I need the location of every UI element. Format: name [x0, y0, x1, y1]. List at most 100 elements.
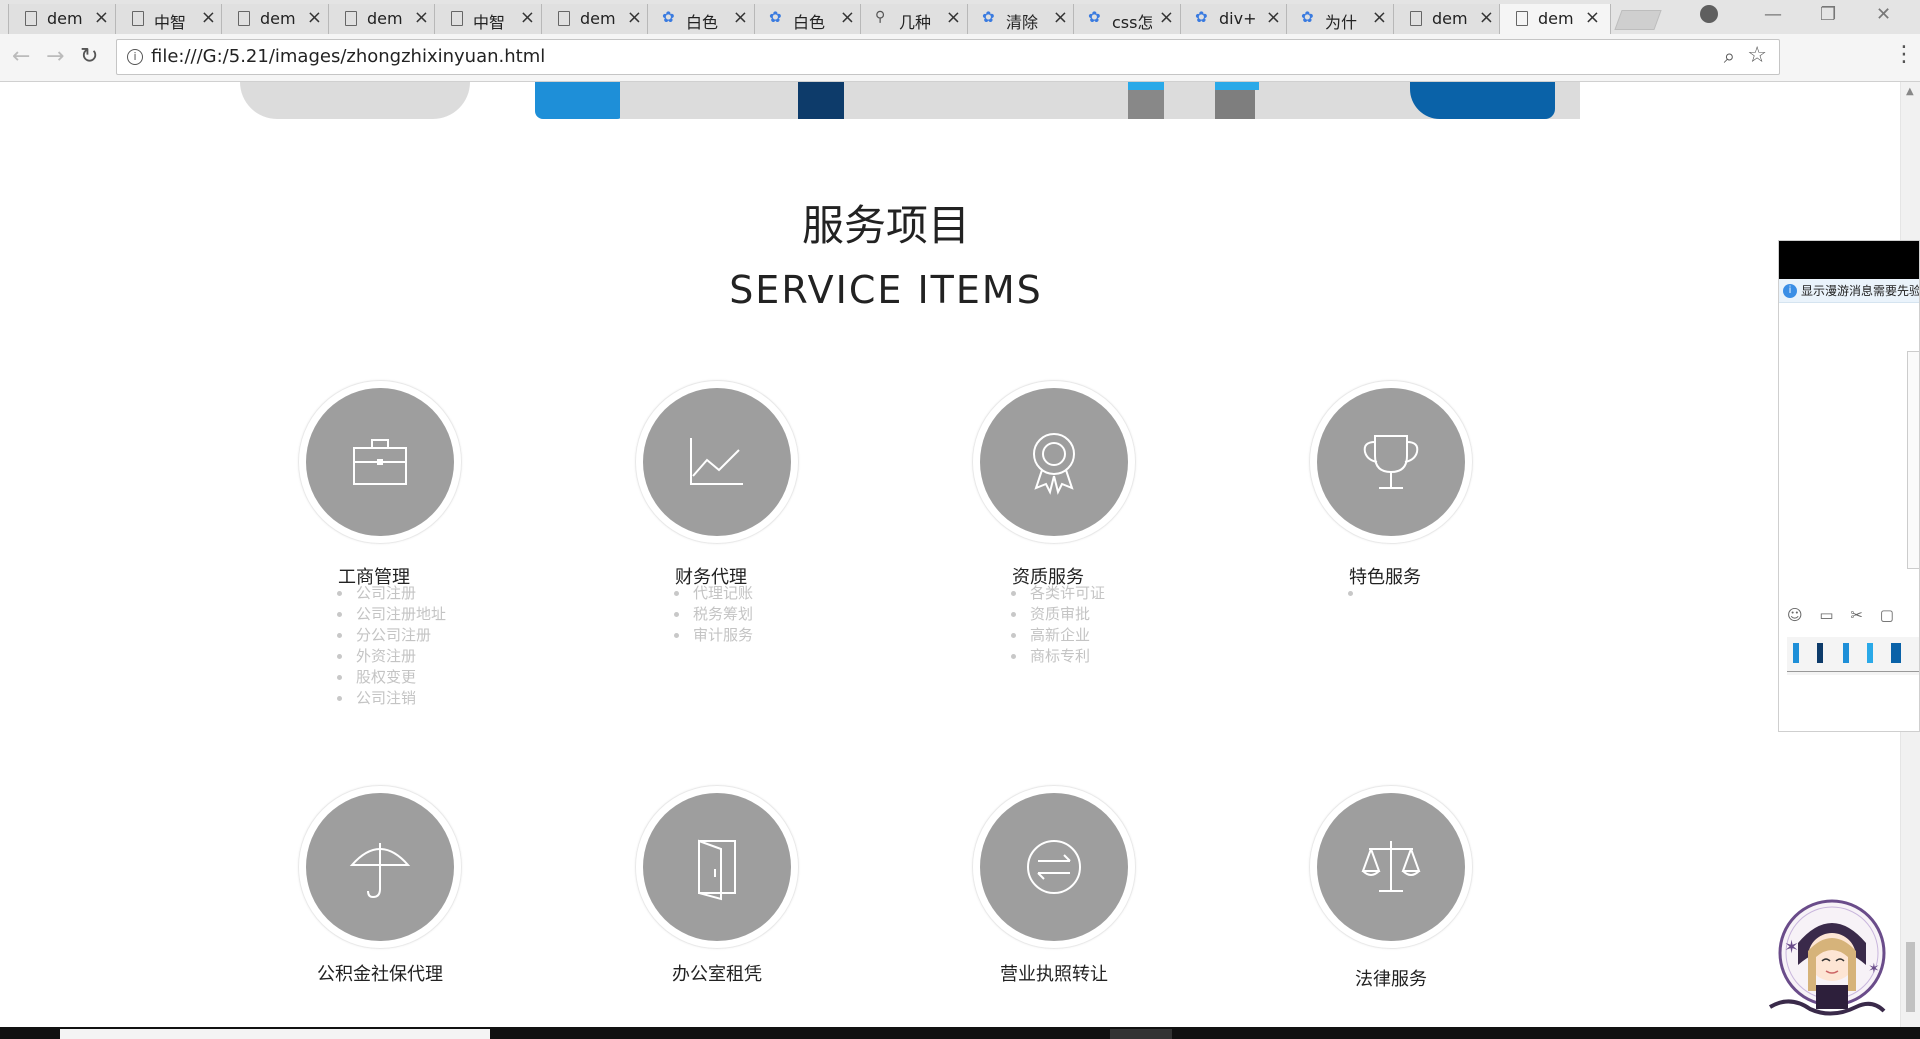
browser-tab[interactable]: ⚲ 几种 × — [860, 4, 972, 34]
zoom-icon[interactable]: ⌕ — [1724, 44, 1735, 68]
browser-tab[interactable]: 中智 × — [434, 4, 546, 34]
minimize-icon[interactable]: — — [1764, 4, 1782, 25]
tab-label: 白色 — [686, 13, 719, 32]
icon-ring — [1309, 380, 1473, 544]
service-title[interactable]: 营业执照转让 — [1000, 960, 1108, 986]
trophy-icon[interactable] — [1317, 388, 1465, 536]
service-item[interactable]: 公司注册 — [334, 583, 446, 604]
browser-tab[interactable]: ✿ 为什 × — [1286, 4, 1398, 34]
taskbar-segment[interactable] — [1110, 1029, 1172, 1039]
profile-icon[interactable] — [1700, 5, 1718, 23]
browser-tab[interactable]: ✿ 清除 × — [967, 4, 1079, 34]
chat-toolbar: ☺ ▭ ✂ ▢ — [1787, 606, 1906, 624]
chat-popup[interactable]: i 显示漫游消息需要先验 ☺ ▭ ✂ ▢ — [1778, 240, 1920, 732]
browser-tab[interactable]: dem × — [541, 4, 653, 34]
address-bar[interactable]: i file:///G:/5.21/images/zhongzhixinyuan… — [116, 39, 1780, 75]
back-icon[interactable]: ← — [12, 44, 30, 69]
tab-close-icon[interactable]: × — [307, 7, 322, 28]
service-item-list: 代理记账 税务筹划 审计服务 — [671, 583, 753, 646]
browser-tab[interactable]: dem × — [328, 4, 440, 34]
document-icon — [132, 11, 144, 26]
svg-text:✶: ✶ — [1868, 961, 1880, 977]
gif-icon[interactable]: ▭ — [1819, 606, 1833, 624]
browser-tab[interactable]: dem × — [1499, 4, 1611, 35]
chat-image-preview[interactable] — [1787, 637, 1919, 675]
tab-close-icon[interactable]: × — [201, 7, 216, 28]
close-window-icon[interactable]: ✕ — [1876, 4, 1891, 25]
browser-tab[interactable]: ✿ div+ × — [1180, 4, 1292, 34]
chat-header[interactable] — [1779, 241, 1919, 279]
browser-tab[interactable]: ✿ 白色 × — [754, 4, 866, 34]
tab-close-icon[interactable]: × — [840, 7, 855, 28]
tab-close-icon[interactable]: × — [414, 7, 429, 28]
service-item[interactable] — [1345, 583, 1367, 604]
reload-icon[interactable]: ↻ — [80, 44, 98, 69]
tab-close-icon[interactable]: × — [1159, 7, 1174, 28]
scroll-up-icon[interactable]: ▲ — [1906, 86, 1914, 97]
service-item[interactable]: 公司注册地址 — [334, 604, 446, 625]
tab-close-icon[interactable]: × — [1479, 7, 1494, 28]
tab-label: 中智 — [473, 13, 506, 32]
service-item[interactable]: 各类许可证 — [1008, 583, 1105, 604]
service-item[interactable]: 代理记账 — [671, 583, 753, 604]
baidu-paw-icon: ✿ — [662, 8, 675, 26]
scissors-icon[interactable]: ✂ — [1850, 606, 1863, 624]
folder-icon[interactable]: ▢ — [1880, 606, 1894, 624]
chat-preview-thumbnail[interactable] — [1907, 351, 1919, 569]
scales-icon[interactable] — [1317, 793, 1465, 941]
taskbar-window-button[interactable] — [60, 1029, 490, 1039]
service-item[interactable]: 资质审批 — [1008, 604, 1105, 625]
forward-icon[interactable]: → — [46, 44, 64, 69]
tab-close-icon[interactable]: × — [627, 7, 642, 28]
tab-close-icon[interactable]: × — [520, 7, 535, 28]
tab-close-icon[interactable]: × — [1053, 7, 1068, 28]
tab-label: dem — [47, 9, 83, 28]
bookmark-star-icon[interactable]: ☆ — [1747, 43, 1767, 68]
service-item[interactable]: 外资注册 — [334, 646, 446, 667]
door-icon[interactable] — [643, 793, 791, 941]
service-item[interactable]: 分公司注册 — [334, 625, 446, 646]
menu-icon[interactable]: ⋮ — [1893, 42, 1915, 67]
browser-tab[interactable]: 中智 × — [115, 4, 227, 34]
service-item[interactable]: 高新企业 — [1008, 625, 1105, 646]
os-taskbar — [0, 1027, 1920, 1039]
browser-tab[interactable]: ✿ css怎 × — [1073, 4, 1185, 34]
service-item[interactable]: 商标专利 — [1008, 646, 1105, 667]
tab-close-icon[interactable]: × — [1585, 7, 1600, 28]
service-title[interactable]: 办公室租凭 — [672, 960, 762, 986]
tab-close-icon[interactable]: × — [94, 7, 109, 28]
tab-close-icon[interactable]: × — [946, 7, 961, 28]
tab-close-icon[interactable]: × — [1266, 7, 1281, 28]
icon-ring — [298, 380, 462, 544]
service-item[interactable]: 审计服务 — [671, 625, 753, 646]
restore-icon[interactable]: ❐ — [1820, 4, 1836, 25]
section-title-cn: 服务项目 — [801, 201, 970, 250]
browser-tab[interactable]: ✿ 白色 × — [647, 4, 759, 34]
tab-close-icon[interactable]: × — [733, 7, 748, 28]
service-item[interactable]: 股权变更 — [334, 667, 446, 688]
browser-tab[interactable]: dem × — [1393, 4, 1505, 34]
baidu-paw-icon: ✿ — [1195, 8, 1208, 26]
tab-label: dem — [1432, 9, 1468, 28]
browser-tab[interactable]: dem × — [8, 4, 120, 34]
url-text[interactable]: file:///G:/5.21/images/zhongzhixinyuan.h… — [151, 46, 545, 67]
browser-tab[interactable]: dem × — [221, 4, 333, 34]
service-item[interactable]: 公司注销 — [334, 688, 446, 709]
tab-label: css怎 — [1112, 13, 1152, 32]
transfer-arrows-icon[interactable] — [980, 793, 1128, 941]
line-chart-icon[interactable] — [643, 388, 791, 536]
service-title[interactable]: 法律服务 — [1355, 965, 1427, 991]
service-item[interactable]: 税务筹划 — [671, 604, 753, 625]
baidu-paw-icon: ✿ — [1088, 8, 1101, 26]
umbrella-icon[interactable] — [306, 793, 454, 941]
scrollbar-thumb[interactable] — [1906, 942, 1915, 1012]
document-icon — [238, 11, 250, 26]
award-badge-icon[interactable] — [980, 388, 1128, 536]
service-title[interactable]: 公积金社保代理 — [317, 960, 443, 986]
emoji-icon[interactable]: ☺ — [1787, 606, 1803, 624]
info-icon[interactable]: i — [127, 49, 143, 65]
mascot-avatar[interactable]: ✶ ✶ — [1760, 895, 1892, 1025]
new-tab-button[interactable] — [1614, 10, 1662, 30]
tab-close-icon[interactable]: × — [1372, 7, 1387, 28]
briefcase-icon[interactable] — [306, 388, 454, 536]
